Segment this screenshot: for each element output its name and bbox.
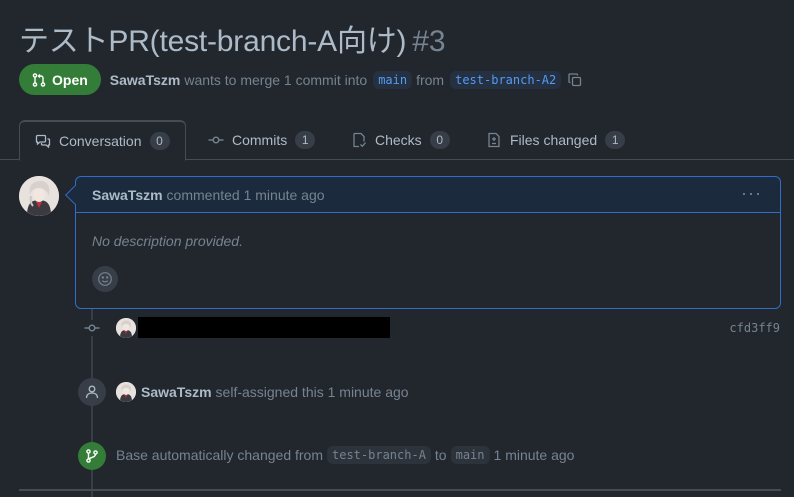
comment-timestamp[interactable]: commented 1 minute ago [167,187,325,203]
add-reaction-button[interactable] [92,266,118,292]
commit-icon [84,320,100,336]
more-options-icon[interactable]: ··· [741,184,762,202]
git-branch-icon [78,442,106,470]
comment-card: SawaTszm commented 1 minute ago ··· No d… [65,176,781,309]
pull-request-icon [32,72,46,87]
copy-icon[interactable] [567,72,583,88]
tab-conversation-label: Conversation [59,133,142,149]
tab-checks[interactable]: Checks 0 [351,120,450,160]
comment-author-link[interactable]: SawaTszm [92,187,163,203]
comment-body: No description provided. [92,233,243,249]
pr-author-link[interactable]: SawaTszm [110,72,181,88]
commit-icon [208,136,224,144]
base-change-to: to [434,447,447,463]
pr-number: #3 [412,25,446,58]
tab-files-changed[interactable]: Files changed 1 [486,120,626,160]
status-label: Open [52,71,88,88]
smiley-icon [98,272,112,286]
commit-sha-link[interactable]: cfd3ff9 [729,321,780,335]
to-branch-link[interactable]: main [450,446,490,464]
person-icon [78,378,106,406]
pr-tabs: Conversation 0 Commits 1 Checks 0 Files … [0,120,794,161]
base-branch-link[interactable]: main [373,70,413,89]
commit-message-redacted [138,317,390,338]
from-branch-link[interactable]: test-branch-A [327,446,431,464]
pr-meta: Open SawaTszm wants to merge 1 commit in… [19,64,583,95]
tab-conversation-count: 0 [149,132,170,150]
merge-text: wants to merge 1 commit into [184,71,368,88]
timeline-divider [19,489,781,491]
pr-title-text: テストPR(test-branch-A向け) [19,25,407,58]
tab-commits[interactable]: Commits 1 [208,120,316,160]
tab-commits-label: Commits [232,132,288,148]
checks-icon [353,132,366,148]
base-change-time[interactable]: 1 minute ago [494,447,575,463]
timeline-assign: SawaTszm self-assigned this 1 minute ago [116,382,409,402]
tab-checks-count: 0 [429,131,450,149]
assign-author-link[interactable]: SawaTszm [141,384,212,400]
pr-title: テストPR(test-branch-A向け) #3 [19,16,446,60]
avatar[interactable] [19,176,59,216]
base-change-prefix: Base automatically changed from [116,447,323,463]
assign-text: self-assigned this 1 minute ago [215,384,409,400]
avatar[interactable] [116,382,136,402]
head-branch-link[interactable]: test-branch-A2 [450,70,562,89]
tab-files-changed-count: 1 [605,131,626,149]
tab-conversation[interactable]: Conversation 0 [19,120,186,161]
avatar[interactable] [116,317,136,338]
tab-commits-count: 1 [295,131,316,149]
timeline-commit [116,317,390,338]
file-diff-icon [488,132,500,148]
from-text: from [416,71,445,88]
status-badge: Open [19,64,101,95]
comment-header: SawaTszm commented 1 minute ago ··· [76,177,780,213]
tab-files-changed-label: Files changed [510,132,598,148]
conversation-icon [35,134,51,149]
tab-checks-label: Checks [375,132,422,148]
timeline-base-change: Base automatically changed from test-bra… [116,446,574,464]
